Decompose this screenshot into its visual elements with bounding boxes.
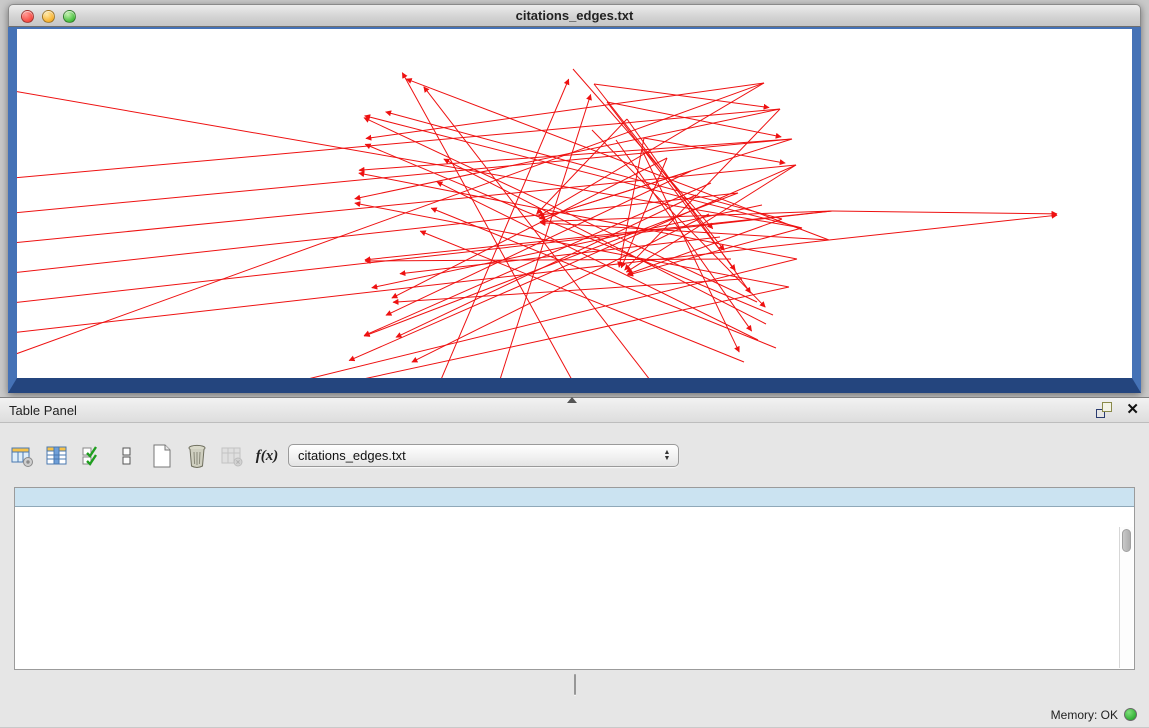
show-columns-icon[interactable] [44, 443, 70, 469]
table-toolbar: f(x) citations_edges.txt ▲▼ [0, 438, 1149, 474]
panel-divider-handle[interactable] [567, 397, 577, 403]
close-panel-icon[interactable]: ✕ [1126, 402, 1139, 418]
combo-arrows-icon: ▲▼ [660, 450, 678, 461]
table-type-tabs [0, 674, 1149, 695]
scrollbar-thumb[interactable] [1122, 529, 1131, 552]
attribute-table [14, 487, 1135, 670]
network-view-window: citations_edges.txt [8, 4, 1141, 393]
window-title: citations_edges.txt [9, 5, 1140, 27]
vertical-scrollbar[interactable] [1119, 527, 1133, 668]
table-select-value: citations_edges.txt [289, 448, 660, 463]
delete-columns-icon[interactable] [184, 443, 210, 469]
new-table-icon[interactable] [149, 443, 175, 469]
close-button[interactable] [21, 10, 34, 23]
function-builder-icon[interactable]: f(x) [254, 443, 280, 469]
memory-status-label: Memory: OK [1051, 708, 1118, 722]
network-frame [8, 27, 1141, 393]
float-panel-icon[interactable] [1096, 402, 1112, 418]
table-body [15, 507, 1134, 669]
table-select-dropdown[interactable]: citations_edges.txt ▲▼ [288, 444, 679, 467]
table-panel: Table Panel ✕ f(x) citat [0, 397, 1149, 727]
network-canvas[interactable] [17, 29, 1132, 378]
table-panel-titlebar[interactable]: Table Panel ✕ [0, 398, 1149, 423]
status-bar: Memory: OK [0, 701, 1149, 728]
window-titlebar[interactable]: citations_edges.txt [8, 4, 1141, 27]
delete-table-icon [219, 443, 245, 469]
minimize-button[interactable] [42, 10, 55, 23]
table-header-row [15, 488, 1134, 507]
memory-ok-indicator[interactable] [1124, 708, 1137, 721]
table-settings-icon[interactable] [9, 443, 35, 469]
zoom-button[interactable] [63, 10, 76, 23]
row-height-icon[interactable] [114, 443, 140, 469]
select-columns-icon[interactable] [79, 443, 105, 469]
